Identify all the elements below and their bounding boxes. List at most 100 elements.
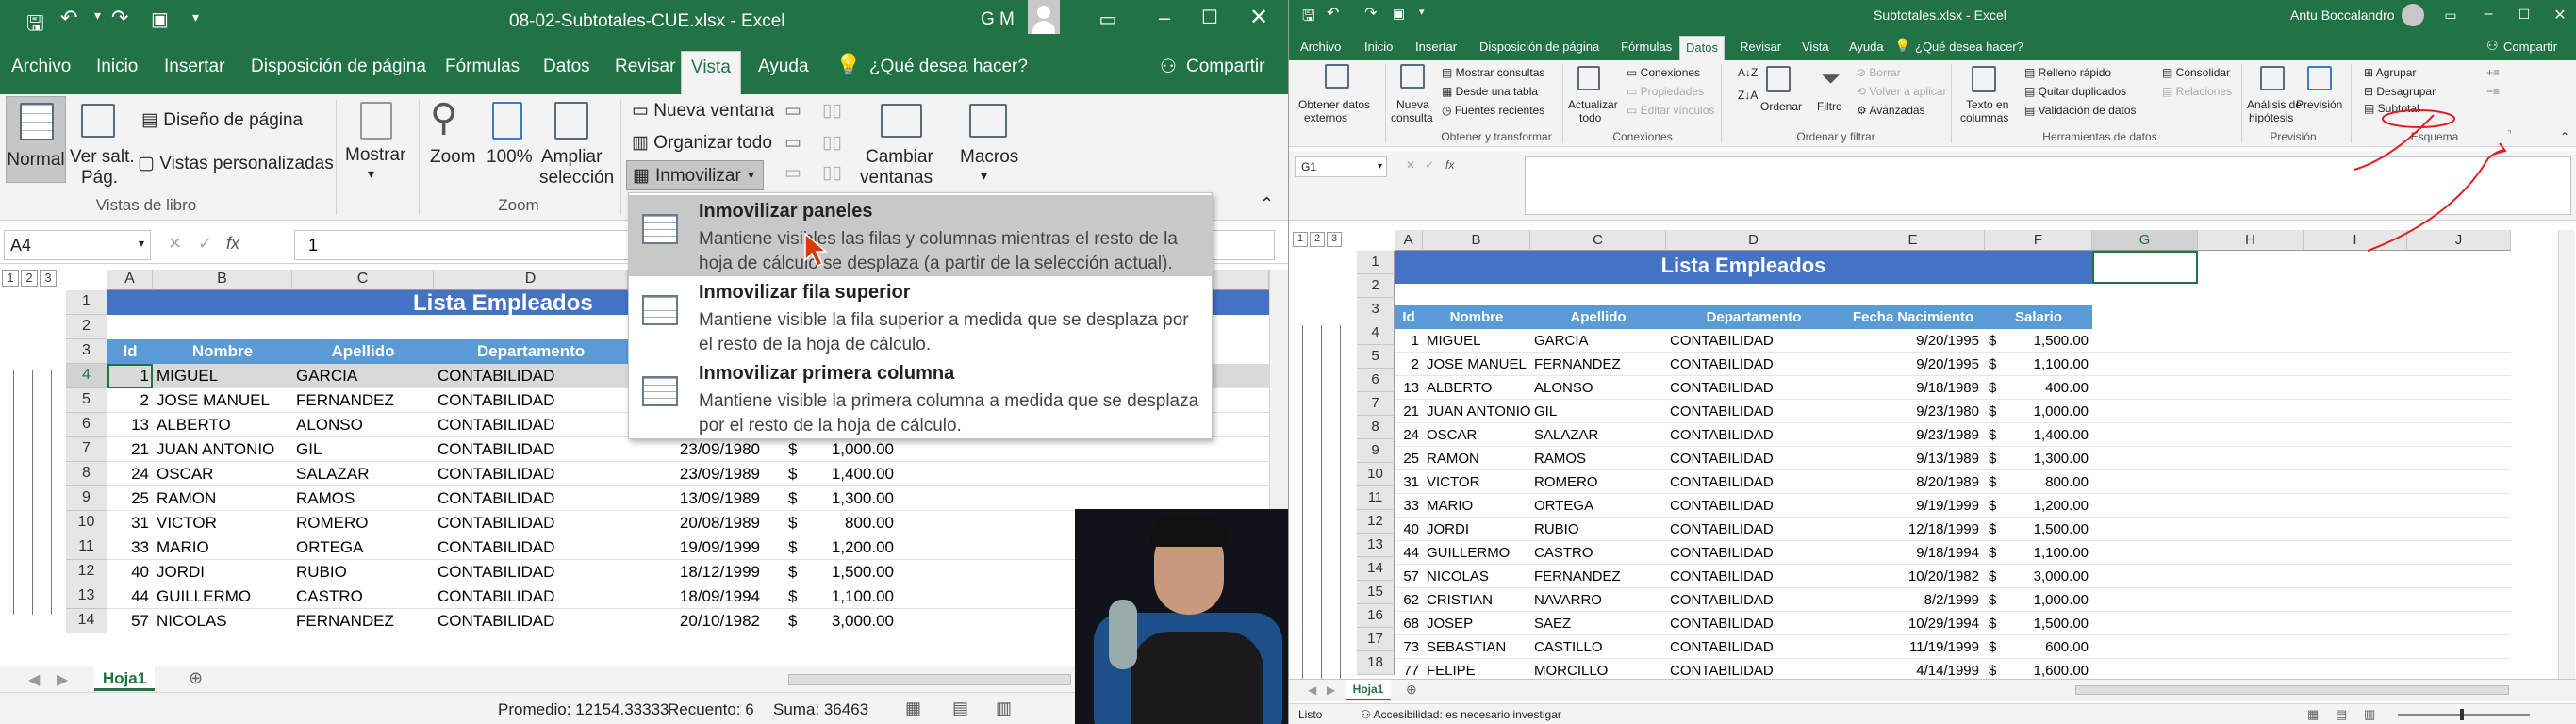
row-header[interactable]: 3 bbox=[66, 339, 107, 364]
share-button[interactable]: Compartir bbox=[2503, 40, 2557, 54]
cell-nombre[interactable]: GUILLERMO bbox=[157, 587, 292, 606]
cell-fecha[interactable]: 20/10/1982 bbox=[660, 612, 760, 631]
cell-id[interactable]: 44 bbox=[107, 587, 149, 606]
refresh-all-button[interactable]: Actualizar bbox=[1568, 98, 1618, 111]
cell-id[interactable]: 24 bbox=[107, 465, 149, 484]
row-header[interactable]: 10 bbox=[1357, 463, 1395, 486]
sort-az-icon[interactable]: A↓Z bbox=[1738, 66, 1758, 79]
cell-departamento[interactable]: CONTABILIDAD bbox=[1670, 545, 1841, 561]
horizontal-scrollbar[interactable] bbox=[2075, 685, 2509, 695]
undo-dropdown-icon[interactable]: ▾ bbox=[94, 8, 101, 24]
cell-apellido[interactable]: RUBIO bbox=[1534, 521, 1666, 537]
share-button[interactable]: Compartir bbox=[1186, 57, 1264, 77]
hide-icon[interactable]: ▭ bbox=[784, 132, 801, 154]
collapse-ribbon-icon[interactable]: ⌃ bbox=[2560, 130, 2569, 143]
edit-links-button[interactable]: ▭ Editar vínculos bbox=[1627, 104, 1714, 117]
dialog-launcher-icon[interactable]: ⌝ bbox=[2507, 130, 2512, 140]
maximize-icon[interactable]: ☐ bbox=[2507, 7, 2541, 23]
cell-id[interactable]: 2 bbox=[107, 391, 149, 410]
row-header[interactable]: 18 bbox=[1357, 651, 1395, 675]
cell-departamento[interactable]: CONTABILIDAD bbox=[1670, 380, 1841, 396]
cell-fecha[interactable]: 23/09/1980 bbox=[660, 440, 760, 459]
cell-departamento[interactable]: CONTABILIDAD bbox=[1670, 592, 1841, 608]
cell-nombre[interactable]: FELIPE bbox=[1427, 663, 1530, 679]
cell-nombre[interactable]: GUILLERMO bbox=[1427, 545, 1530, 561]
row-header[interactable]: 13 bbox=[66, 584, 107, 609]
page-layout-button[interactable]: ▤ Diseño de página bbox=[141, 109, 303, 131]
column-header[interactable]: E bbox=[1841, 230, 1985, 251]
cell-apellido[interactable]: CASTRO bbox=[1534, 545, 1666, 561]
column-header[interactable]: G bbox=[2092, 230, 2198, 251]
cell-id[interactable]: 40 bbox=[107, 563, 149, 582]
cell-nombre[interactable]: MIGUEL bbox=[1427, 333, 1530, 349]
cell-salario[interactable]: 800.00 bbox=[2004, 474, 2089, 490]
remove-duplicates-button[interactable]: ▤ Quitar duplicados bbox=[2024, 85, 2126, 98]
cell-fecha[interactable]: 8/2/1999 bbox=[1841, 592, 1979, 608]
forecast-button[interactable]: Previsión bbox=[2296, 98, 2342, 111]
add-sheet-icon[interactable]: ⊕ bbox=[1406, 682, 1417, 698]
show-dropdown-icon[interactable]: ▾ bbox=[368, 166, 374, 182]
cell-departamento[interactable]: CONTABILIDAD bbox=[1670, 403, 1841, 420]
zoom-100-icon[interactable] bbox=[492, 102, 522, 140]
row-header[interactable]: 4 bbox=[1357, 321, 1395, 345]
row-header[interactable]: 14 bbox=[1357, 557, 1395, 581]
user-name[interactable]: Antu Boccalandro bbox=[2290, 8, 2395, 23]
sheet-tab-hoja1[interactable]: Hoja1 bbox=[1346, 680, 1391, 700]
menu-freeze-panes[interactable]: Inmovilizar paneles Mantiene visibles la… bbox=[629, 195, 1212, 276]
cell-nombre[interactable]: JOSEP bbox=[1427, 616, 1530, 632]
tab-vista[interactable]: Vista bbox=[681, 51, 741, 94]
cell-departamento[interactable]: CONTABILIDAD bbox=[438, 367, 626, 386]
cell-nombre[interactable]: OSCAR bbox=[1427, 427, 1530, 443]
cell-nombre[interactable]: JUAN ANTONIO bbox=[157, 440, 292, 459]
tab-datos[interactable]: Datos bbox=[1679, 36, 1725, 60]
cell-apellido[interactable]: MORCILLO bbox=[1534, 663, 1666, 679]
cell-id[interactable]: 24 bbox=[1395, 427, 1419, 443]
row-header[interactable]: 10 bbox=[66, 511, 107, 535]
row-header[interactable]: 5 bbox=[66, 388, 107, 413]
customize-qat-icon[interactable]: ▾ bbox=[1419, 6, 1425, 18]
cell-nombre[interactable]: VICTOR bbox=[1427, 474, 1530, 490]
tab-ayuda[interactable]: Ayuda bbox=[758, 57, 809, 77]
tab-insertar[interactable]: Insertar bbox=[1415, 40, 1457, 54]
zoom-selection-button-2[interactable]: selección bbox=[539, 168, 614, 189]
text-to-columns-button-2[interactable]: columnas bbox=[1960, 111, 2008, 124]
page-layout-status-icon[interactable]: ▤ bbox=[952, 699, 968, 718]
tab-inicio[interactable]: Inicio bbox=[96, 57, 138, 77]
refresh-all-button-2[interactable]: todo bbox=[1579, 111, 1601, 124]
cell-salario[interactable]: 1,000.00 bbox=[2004, 592, 2089, 608]
tab-archivo[interactable]: Archivo bbox=[11, 57, 71, 77]
cell-salario[interactable]: 1,200.00 bbox=[807, 538, 894, 557]
tell-me-input[interactable]: ¿Qué desea hacer? bbox=[869, 57, 1028, 77]
reset-position-icon[interactable]: ▯▯ bbox=[822, 162, 842, 184]
form-icon[interactable]: ▣ bbox=[1393, 6, 1405, 22]
outline-level-button[interactable]: 2 bbox=[21, 270, 38, 287]
tab-formulas[interactable]: Fórmulas bbox=[1621, 40, 1672, 54]
row-header[interactable]: 16 bbox=[1357, 604, 1395, 628]
cell-id[interactable]: 13 bbox=[107, 416, 149, 435]
row-header[interactable]: 1 bbox=[1357, 251, 1395, 274]
zoom-button[interactable]: Zoom bbox=[430, 147, 476, 168]
cell-salario[interactable]: 1,100.00 bbox=[2004, 545, 2089, 561]
cell-id[interactable]: 13 bbox=[1395, 380, 1419, 396]
row-header[interactable]: 6 bbox=[1357, 369, 1395, 392]
cell-departamento[interactable]: CONTABILIDAD bbox=[1670, 356, 1841, 372]
enter-formula-icon[interactable]: ✓ bbox=[1425, 158, 1434, 172]
cell-fecha[interactable]: 9/23/1980 bbox=[1841, 403, 1979, 420]
cell-departamento[interactable]: CONTABILIDAD bbox=[438, 538, 626, 557]
cell-apellido[interactable]: GIL bbox=[296, 440, 434, 459]
row-header[interactable]: 11 bbox=[66, 535, 107, 560]
form-icon[interactable]: ▣ bbox=[151, 8, 169, 31]
row-header[interactable]: 7 bbox=[66, 437, 107, 462]
cell-salario[interactable]: 3,000.00 bbox=[807, 612, 894, 631]
properties-button[interactable]: ▭ Propiedades bbox=[1627, 85, 1704, 98]
cell-salario[interactable]: 1,500.00 bbox=[2004, 616, 2089, 632]
reapply-button[interactable]: ⟲ Volver a aplicar bbox=[1857, 85, 1946, 98]
advanced-button[interactable]: ⚙ Avanzadas bbox=[1857, 104, 1925, 117]
text-to-columns-icon[interactable] bbox=[1972, 66, 1996, 92]
cell-apellido[interactable]: FERNANDEZ bbox=[1534, 568, 1666, 584]
cell-fecha[interactable]: 9/18/1989 bbox=[1841, 380, 1979, 396]
cell-apellido[interactable]: NAVARRO bbox=[1534, 592, 1666, 608]
cell-nombre[interactable]: CRISTIAN bbox=[1427, 592, 1530, 608]
cell-departamento[interactable]: CONTABILIDAD bbox=[438, 612, 626, 631]
outline-level-button[interactable]: 2 bbox=[1310, 232, 1325, 247]
